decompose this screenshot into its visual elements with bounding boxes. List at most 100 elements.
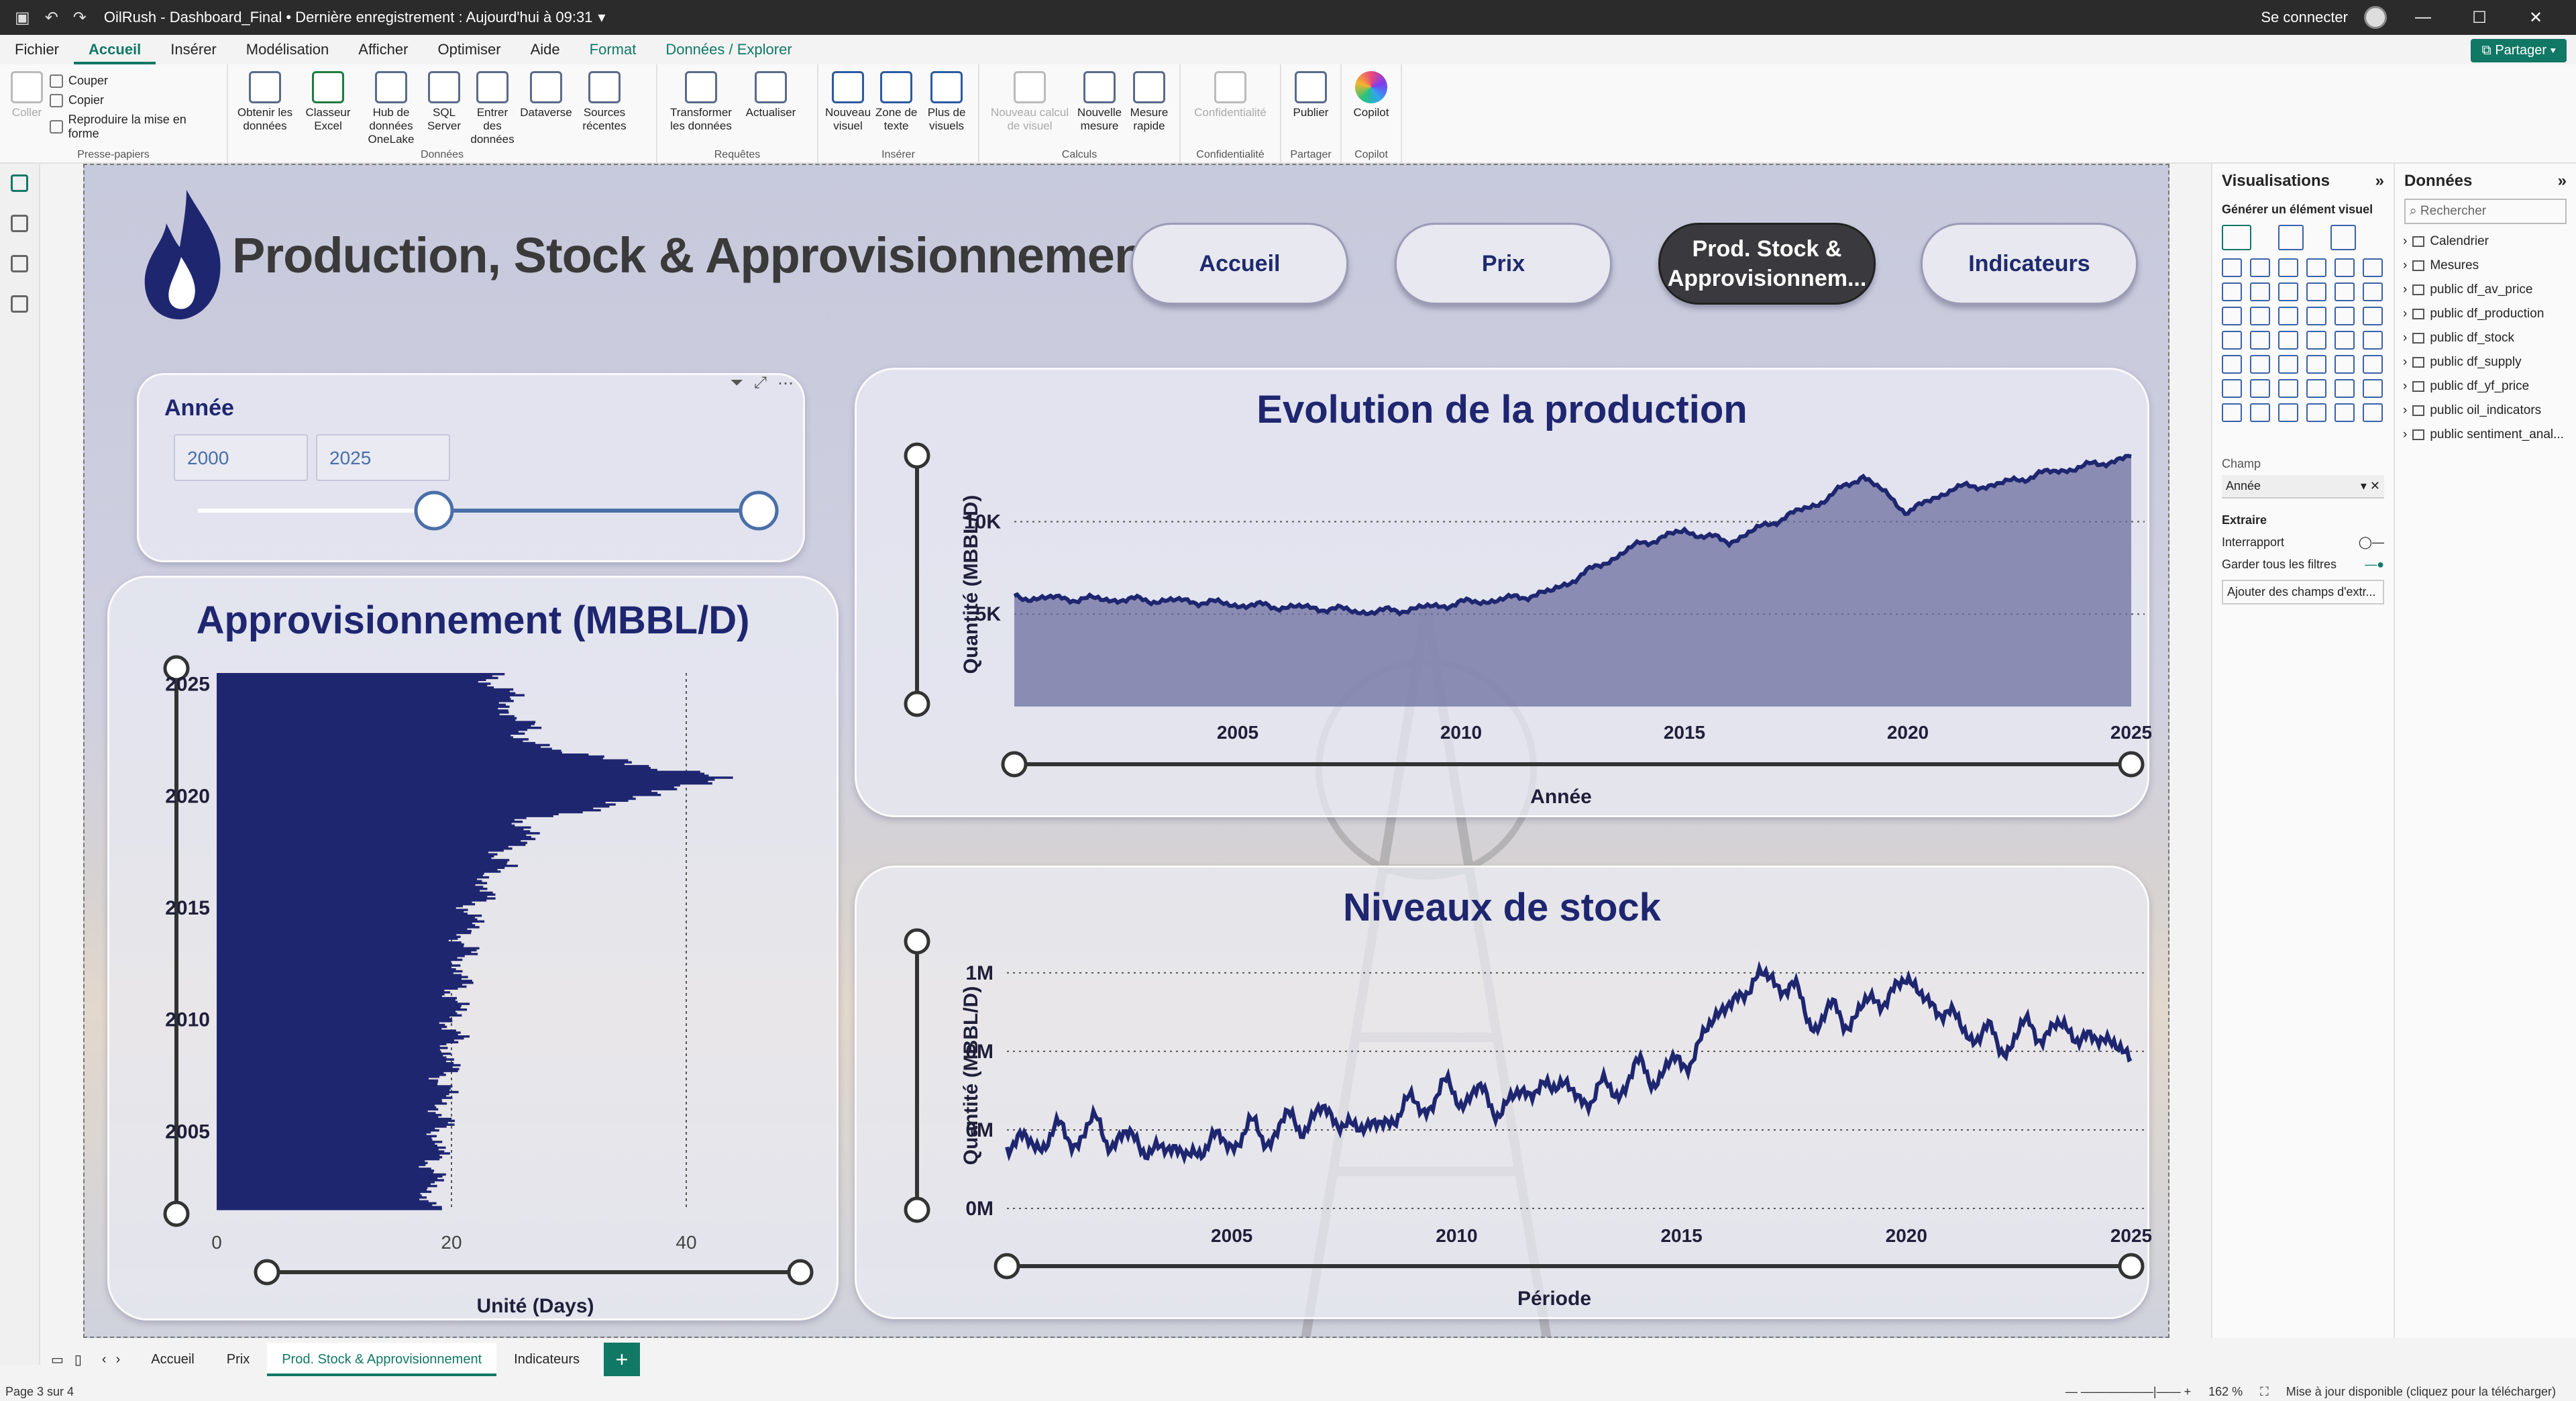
expand-icon[interactable]: › bbox=[2403, 234, 2407, 249]
sign-in-link[interactable]: Se connecter bbox=[2261, 9, 2348, 26]
refresh-button[interactable]: Actualiser bbox=[741, 71, 801, 119]
format-visual-icon[interactable] bbox=[2278, 225, 2304, 250]
collapse-data-icon[interactable]: » bbox=[2558, 172, 2567, 191]
visual-type-icon[interactable] bbox=[2278, 355, 2298, 374]
copy-button[interactable]: Copier bbox=[50, 93, 217, 107]
table-view-icon[interactable] bbox=[11, 215, 28, 232]
fit-page-icon[interactable]: ⛶ bbox=[2260, 1385, 2269, 1399]
add-drill-fields[interactable]: Ajouter des champs d'extr... bbox=[2222, 580, 2384, 605]
visual-type-icon[interactable] bbox=[2306, 282, 2326, 301]
data-table-item[interactable]: › public sentiment_anal... bbox=[2395, 423, 2576, 447]
nav-prix-button[interactable]: Prix bbox=[1395, 223, 1612, 305]
keep-filters-toggle[interactable]: Garder tous les filtres —● bbox=[2212, 554, 2394, 576]
visual-type-icon[interactable] bbox=[2334, 282, 2355, 301]
data-table-item[interactable]: › public df_production bbox=[2395, 302, 2576, 326]
visual-type-icon[interactable] bbox=[2334, 403, 2355, 422]
dataverse-button[interactable]: Dataverse bbox=[520, 71, 572, 119]
visual-type-icon[interactable] bbox=[2363, 331, 2383, 350]
report-view-icon[interactable] bbox=[11, 174, 28, 192]
visual-type-icon[interactable] bbox=[2222, 379, 2242, 398]
tab-home[interactable]: Accueil bbox=[74, 35, 156, 64]
nav-accueil-button[interactable]: Accueil bbox=[1131, 223, 1348, 305]
zoom-level[interactable]: 162 % bbox=[2208, 1385, 2243, 1399]
update-link[interactable]: Mise à jour disponible (cliquez pour la … bbox=[2286, 1385, 2556, 1399]
page-tab-prod-stock[interactable]: Prod. Stock & Approvisionnement bbox=[267, 1343, 497, 1376]
year-slicer[interactable]: ⏷ ⤢ ⋯ Année 2000 2025 bbox=[137, 373, 805, 562]
cross-report-toggle[interactable]: Interrapport ◯— bbox=[2212, 531, 2394, 554]
visual-type-icon[interactable] bbox=[2278, 331, 2298, 350]
visual-type-icon[interactable] bbox=[2334, 331, 2355, 350]
expand-icon[interactable]: › bbox=[2403, 355, 2407, 370]
visual-type-icon[interactable] bbox=[2250, 307, 2270, 325]
visual-type-icon[interactable] bbox=[2250, 355, 2270, 374]
publish-button[interactable]: Publier bbox=[1288, 71, 1334, 119]
visual-type-icon[interactable] bbox=[2306, 379, 2326, 398]
visual-type-icon[interactable] bbox=[2222, 258, 2242, 277]
visual-type-icon[interactable] bbox=[2334, 379, 2355, 398]
page-tab-prix[interactable]: Prix bbox=[212, 1343, 264, 1376]
dax-query-icon[interactable] bbox=[11, 295, 28, 313]
format-painter-button[interactable]: Reproduire la mise en forme bbox=[50, 113, 217, 141]
recent-sources-button[interactable]: Sources récentes bbox=[574, 71, 635, 133]
avatar[interactable] bbox=[2364, 6, 2387, 29]
visual-type-icon[interactable] bbox=[2250, 379, 2270, 398]
next-page-icon[interactable]: › bbox=[116, 1352, 121, 1367]
excel-button[interactable]: Classeur Excel bbox=[298, 71, 358, 133]
analytics-icon[interactable] bbox=[2330, 225, 2356, 250]
quick-measure-button[interactable]: Mesure rapide bbox=[1126, 71, 1173, 133]
tab-optimize[interactable]: Optimiser bbox=[423, 35, 515, 64]
mobile-layout-icon[interactable]: ▯ bbox=[74, 1351, 82, 1368]
page-tab-indicateurs[interactable]: Indicateurs bbox=[499, 1343, 594, 1376]
visual-type-icon[interactable] bbox=[2222, 331, 2242, 350]
transform-data-button[interactable]: Transformer les données bbox=[664, 71, 738, 133]
tab-modeling[interactable]: Modélisation bbox=[231, 35, 344, 64]
expand-icon[interactable]: › bbox=[2403, 258, 2407, 273]
visual-calc-button[interactable]: Nouveau calcul de visuel bbox=[986, 71, 1073, 133]
year-range-slider[interactable] bbox=[139, 482, 807, 536]
close-icon[interactable]: ✕ bbox=[2516, 8, 2556, 28]
text-box-button[interactable]: Zone de texte bbox=[873, 71, 919, 133]
visual-type-icon[interactable] bbox=[2306, 403, 2326, 422]
filter-icon[interactable]: ⏷ bbox=[731, 374, 743, 393]
tab-insert[interactable]: Insérer bbox=[156, 35, 231, 64]
nav-prod-stock-button[interactable]: Prod. Stock & Approvisionnem... bbox=[1658, 223, 1876, 305]
visual-type-icon[interactable] bbox=[2363, 258, 2383, 277]
visual-type-icon[interactable] bbox=[2306, 331, 2326, 350]
chevron-down-icon[interactable]: ▾ bbox=[598, 9, 605, 26]
visual-type-icon[interactable] bbox=[2306, 355, 2326, 374]
slicer-from-input[interactable]: 2000 bbox=[174, 434, 308, 481]
enter-data-button[interactable]: Entrer des données bbox=[467, 71, 518, 146]
visual-type-icon[interactable] bbox=[2222, 307, 2242, 325]
expand-icon[interactable]: › bbox=[2403, 379, 2407, 394]
build-visual-icon[interactable] bbox=[2222, 225, 2251, 250]
data-table-item[interactable]: › Calendrier bbox=[2395, 229, 2576, 254]
visual-type-icon[interactable] bbox=[2363, 403, 2383, 422]
tab-view[interactable]: Afficher bbox=[343, 35, 423, 64]
document-title[interactable]: OilRush - Dashboard_Final • Dernière enr… bbox=[104, 9, 593, 26]
focus-mode-icon[interactable]: ⤢ bbox=[754, 374, 767, 393]
desktop-layout-icon[interactable]: ▭ bbox=[51, 1351, 64, 1368]
data-table-item[interactable]: › public df_av_price bbox=[2395, 278, 2576, 302]
cut-button[interactable]: Couper bbox=[50, 74, 217, 88]
visual-type-icon[interactable] bbox=[2250, 403, 2270, 422]
data-search-input[interactable]: ⌕ Rechercher bbox=[2404, 199, 2567, 224]
sql-server-button[interactable]: SQL Server bbox=[424, 71, 464, 133]
visual-type-icon[interactable] bbox=[2278, 282, 2298, 301]
new-visual-button[interactable]: Nouveau visuel bbox=[825, 71, 871, 133]
minimize-icon[interactable]: — bbox=[2403, 8, 2443, 27]
data-table-item[interactable]: › public df_supply bbox=[2395, 350, 2576, 374]
onelake-button[interactable]: Hub de données OneLake bbox=[361, 71, 421, 146]
expand-icon[interactable]: › bbox=[2403, 282, 2407, 297]
prev-page-icon[interactable]: ‹ bbox=[102, 1352, 107, 1367]
visual-type-icon[interactable] bbox=[2250, 258, 2270, 277]
undo-icon[interactable]: ↶ bbox=[45, 8, 58, 28]
slider-start-handle[interactable] bbox=[414, 490, 454, 531]
tab-help[interactable]: Aide bbox=[516, 35, 575, 64]
visual-type-icon[interactable] bbox=[2222, 282, 2242, 301]
data-table-item[interactable]: › public df_stock bbox=[2395, 326, 2576, 350]
more-options-icon[interactable]: ⋯ bbox=[777, 374, 794, 393]
sensitivity-button[interactable]: Confidentialité bbox=[1187, 71, 1273, 119]
new-measure-button[interactable]: Nouvelle mesure bbox=[1076, 71, 1123, 133]
nav-indicateurs-button[interactable]: Indicateurs bbox=[1921, 223, 2138, 305]
save-icon[interactable]: ▣ bbox=[15, 8, 30, 28]
